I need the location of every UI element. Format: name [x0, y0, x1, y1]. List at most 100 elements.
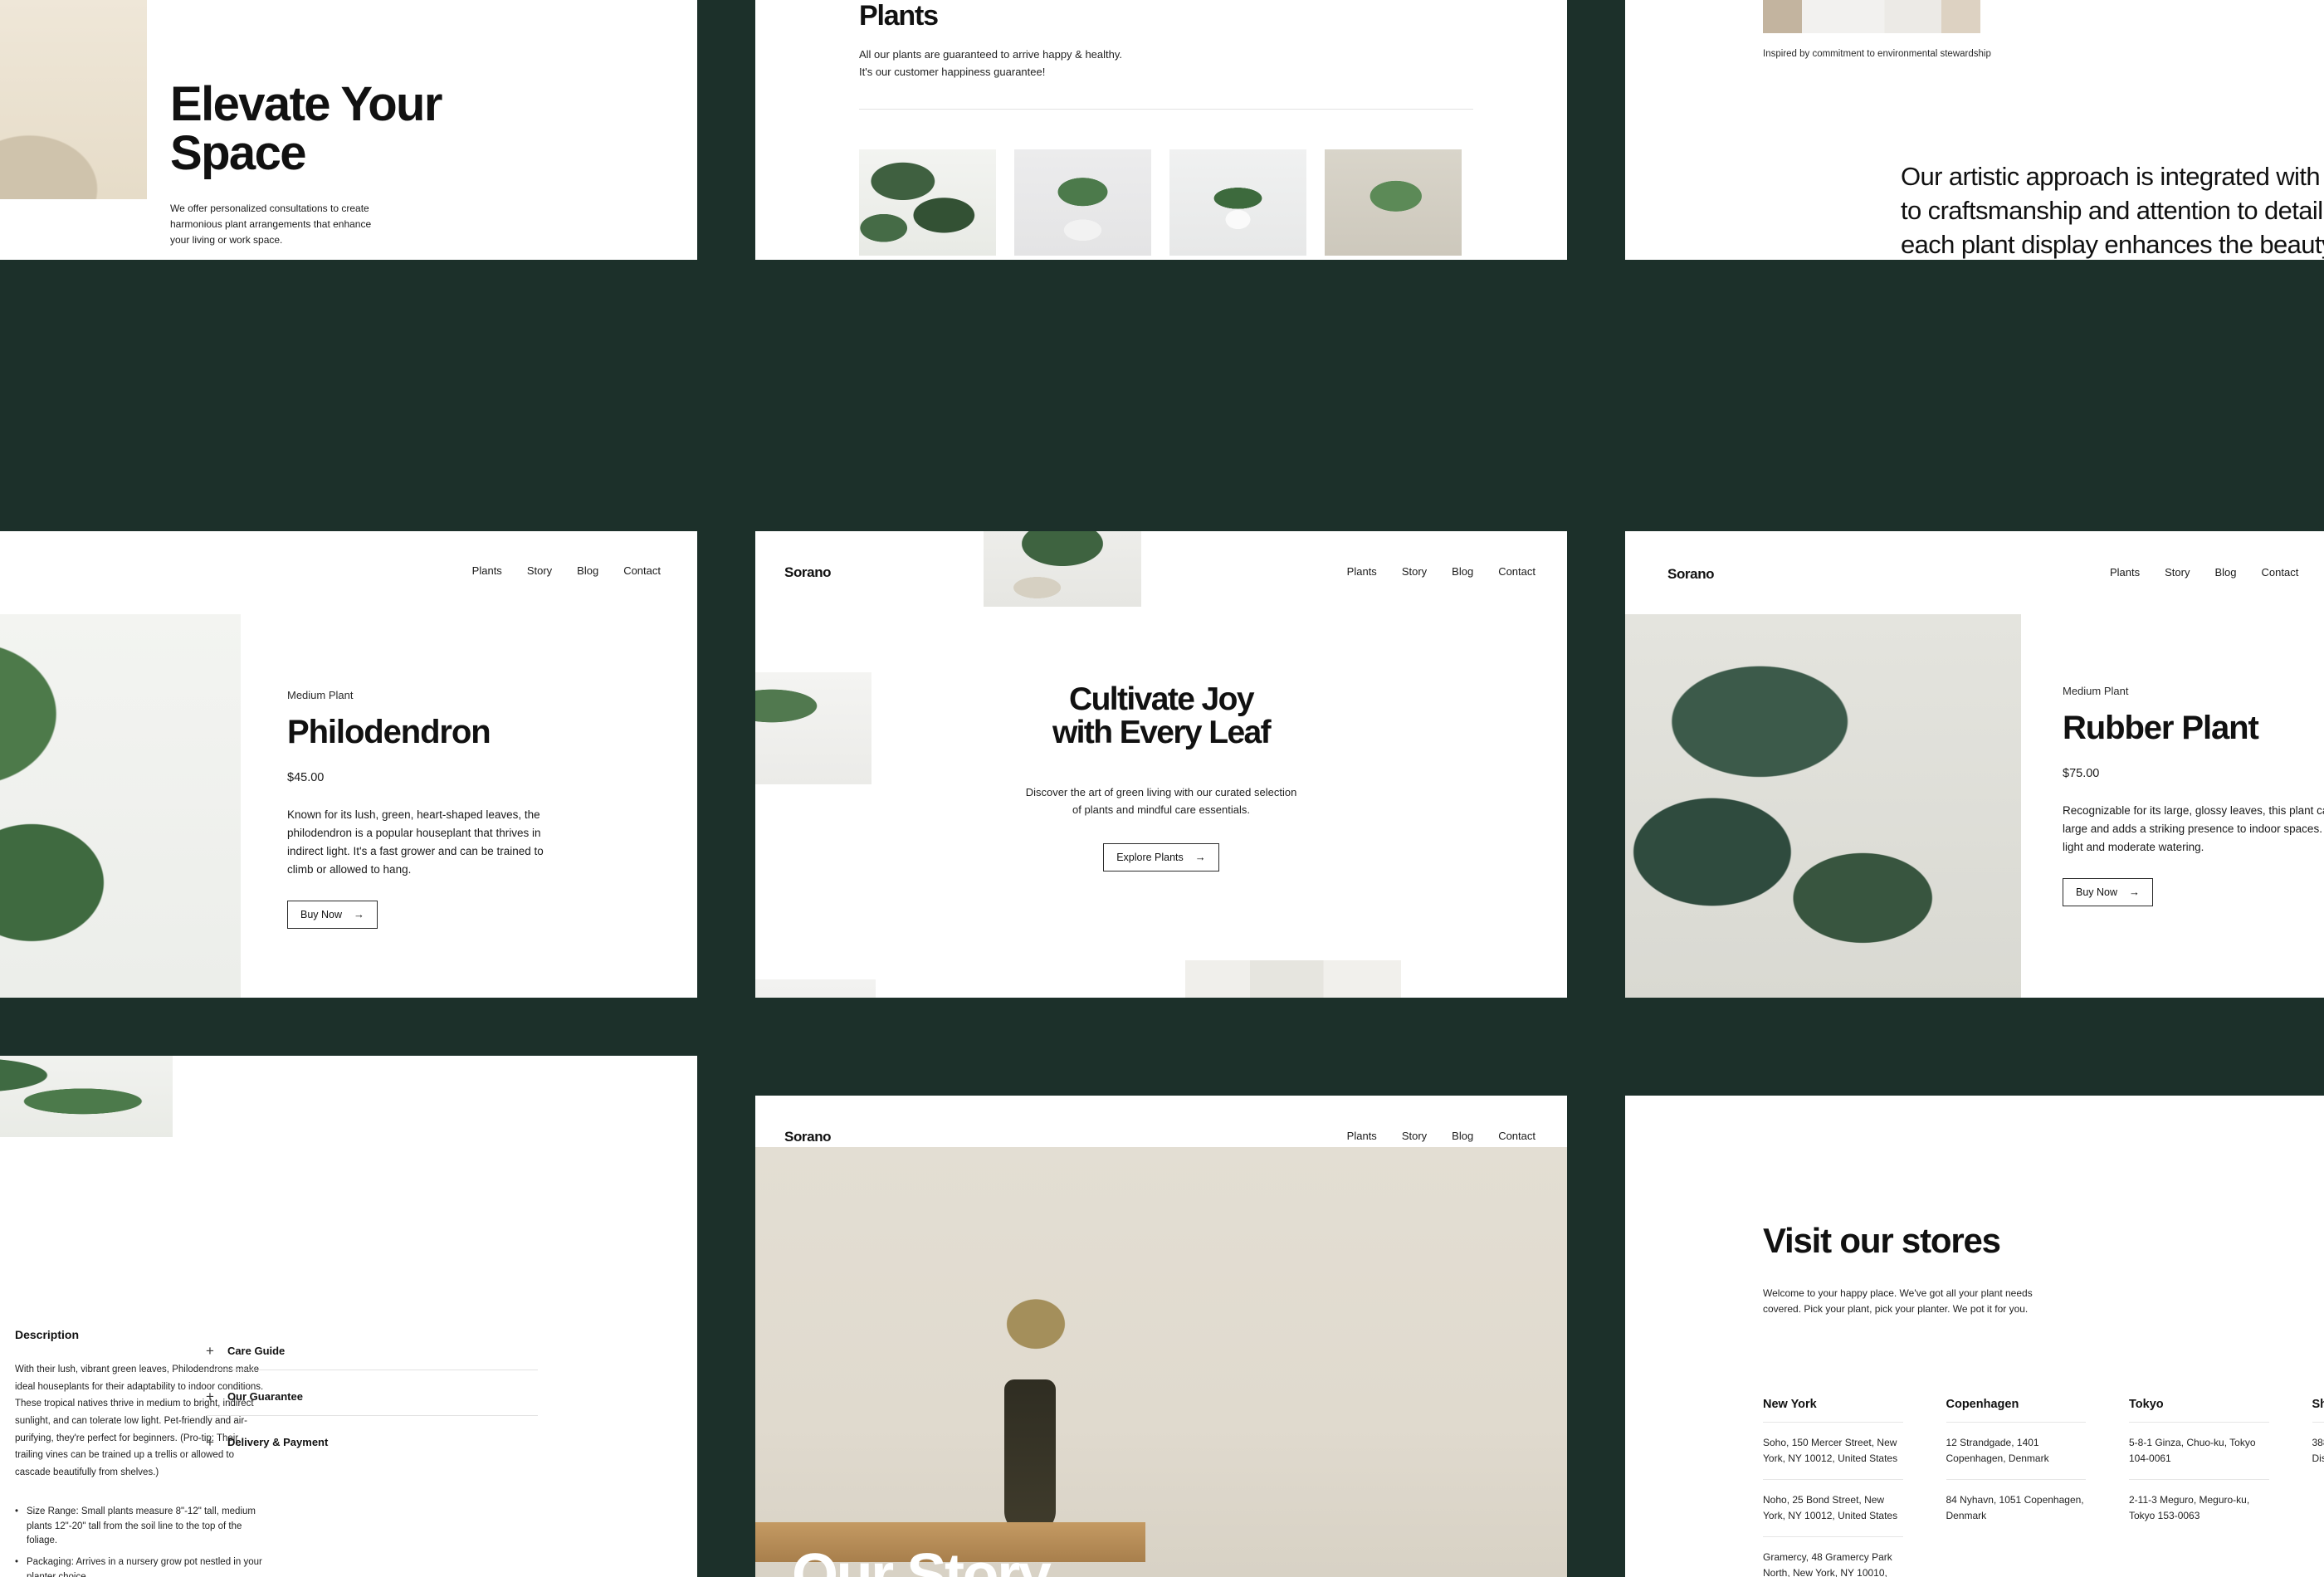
nav-item-blog[interactable]: Blog — [2214, 566, 2236, 579]
dining-room-photo — [0, 0, 147, 199]
nav-item-story[interactable]: Story — [527, 564, 552, 577]
arrow-right-icon: → — [1194, 851, 1206, 864]
product-card[interactable]: Medium Plant Philodendron $45.00 — [859, 149, 996, 260]
buy-now-label: Buy Now — [300, 908, 343, 920]
philodendron-title: Philodendron — [287, 714, 491, 750]
buy-now-label: Buy Now — [2076, 886, 2118, 898]
store-address: Noho, 25 Bond Street, New York, NY 10012… — [1763, 1493, 1898, 1522]
store-address: Gramercy, 48 Gramercy Park North, New Yo… — [1763, 1551, 1892, 1577]
rubber-plant-photo — [1625, 614, 2021, 998]
hero-title-line2: with Every Leaf — [1052, 714, 1272, 750]
accordion-delivery-payment[interactable]: + Delivery & Payment — [206, 1423, 538, 1461]
panel-philodendron-product: Plants Story Blog Contact Medium Plant P… — [0, 531, 697, 998]
primary-nav[interactable]: Plants Story Blog Contact — [472, 564, 661, 577]
rubber-title: Rubber Plant — [2063, 710, 2259, 746]
list-item: Size Range: Small plants measure 8"-12" … — [15, 1505, 264, 1549]
plus-icon: + — [206, 1343, 214, 1359]
hero-subtitle-line2: of plants and mindful care essentials. — [1072, 803, 1250, 816]
store-address: 388 Madang Road, Huangpu District, Shang… — [2312, 1436, 2324, 1464]
primary-nav[interactable]: Plants Story Blog Contact — [1347, 1130, 1536, 1142]
nav-item-contact[interactable]: Contact — [623, 564, 661, 577]
artistic-statement: Our artistic approach is integrated with… — [1901, 162, 2324, 259]
store-city: Copenhagen — [1946, 1397, 2019, 1411]
elevate-title: Elevate Your Space — [170, 77, 442, 181]
hero-photo-bottom — [1185, 960, 1401, 998]
nav-item-story[interactable]: Story — [2165, 566, 2190, 579]
nav-item-story[interactable]: Story — [1402, 565, 1427, 578]
product-card[interactable]: Small Plant Pilea Plant $55.00 — [1169, 149, 1306, 260]
arrow-right-icon: → — [354, 908, 365, 921]
brand-logo[interactable]: Sorano — [784, 564, 832, 581]
buy-now-button[interactable]: Buy Now → — [2063, 877, 2154, 906]
store-city: Shanghai — [2312, 1397, 2324, 1411]
buy-now-button[interactable]: Buy Now → — [287, 900, 378, 929]
description-bullet-list: Size Range: Small plants measure 8"-12" … — [15, 1505, 264, 1577]
nav-item-plants[interactable]: Plants — [1347, 565, 1377, 578]
hero-subtitle-line1: Discover the art of green living with ou… — [1025, 785, 1297, 798]
panel-rubber-plant-product: Sorano Plants Story Blog Contact Medium … — [1625, 531, 2324, 998]
store-address: 12 Strandgade, 1401 Copenhagen, Denmark — [1946, 1436, 2049, 1464]
product-card[interactable]: Small Plant Peace Lily $35.00 — [1325, 149, 1462, 260]
store-address: 2-11-3 Meguro, Meguro-ku, Tokyo 153-0063 — [2129, 1493, 2250, 1522]
panel-plants-collection: Plants All our plants are guaranteed to … — [755, 0, 1567, 260]
divider — [859, 109, 1473, 110]
primary-nav[interactable]: Plants Story Blog Contact — [1347, 565, 1536, 578]
plus-icon: + — [206, 1434, 214, 1450]
store-address: 5-8-1 Ginza, Chuo-ku, Tokyo 104-0061 — [2129, 1436, 2256, 1464]
accordion-our-guarantee[interactable]: + Our Guarantee — [206, 1378, 538, 1415]
philodendron-photo — [0, 614, 241, 998]
accordion-care-guide[interactable]: + Care Guide — [206, 1332, 538, 1370]
nav-item-plants[interactable]: Plants — [2110, 566, 2140, 579]
panel-artistic-approach: Inspired by commitment to environmental … — [1625, 0, 2324, 260]
story-hero-photo — [755, 1147, 1567, 1577]
product-photo — [1014, 149, 1151, 256]
arrow-right-icon: → — [2129, 886, 2141, 899]
nav-item-plants[interactable]: Plants — [472, 564, 502, 577]
store-city: Tokyo — [2129, 1397, 2164, 1411]
store-column-shanghai: Shanghai 388 Madang Road, Huangpu Distri… — [2312, 1398, 2324, 1577]
product-photo — [1325, 149, 1462, 256]
nav-item-blog[interactable]: Blog — [1452, 565, 1473, 578]
primary-nav[interactable]: Plants Story Blog Contact — [2110, 566, 2298, 579]
rubber-description: Recognizable for its large, glossy leave… — [2063, 804, 2324, 854]
philodendron-description: Known for its lush, green, heart-shaped … — [287, 808, 544, 876]
explore-plants-label: Explore Plants — [1116, 851, 1184, 863]
panel-product-description: Description With their lush, vibrant gre… — [0, 1056, 697, 1577]
panel-home-hero: Sorano Plants Story Blog Contact Cultiva… — [755, 531, 1567, 998]
our-story-title: Our Story — [792, 1542, 1052, 1577]
store-city: New York — [1763, 1397, 1817, 1411]
store-column-tokyo: Tokyo 5-8-1 Ginza, Chuo-ku, Tokyo 104-00… — [2129, 1398, 2269, 1577]
stores-subtitle-line2: covered. Pick your plant, pick your plan… — [1763, 1303, 2029, 1316]
brand-logo[interactable]: Sorano — [784, 1129, 832, 1145]
panel-our-story: Sorano Plants Story Blog Contact Our Sto… — [755, 1096, 1567, 1577]
dried-palm-shape — [961, 1255, 1111, 1388]
hero-photo-left-lower — [755, 979, 876, 998]
vase-shape — [1004, 1379, 1056, 1533]
nav-item-contact[interactable]: Contact — [1498, 1130, 1536, 1142]
elevate-body: We offer personalized consultations to c… — [170, 203, 372, 246]
panel-visit-our-stores: Visit our stores Welcome to your happy p… — [1625, 1096, 2324, 1577]
divider — [206, 1415, 538, 1416]
accordion-label: Care Guide — [227, 1345, 286, 1357]
marble-plinth-photo — [1763, 0, 1980, 33]
nav-item-blog[interactable]: Blog — [577, 564, 598, 577]
accordion-label: Delivery & Payment — [227, 1436, 329, 1448]
pothos-photo — [0, 1056, 173, 1137]
artistic-caption: Inspired by commitment to environmental … — [1763, 49, 1991, 59]
hero-title-line1: Cultivate Joy — [1069, 681, 1255, 717]
nav-item-blog[interactable]: Blog — [1452, 1130, 1473, 1142]
rubber-price: $75.00 — [2063, 767, 2100, 781]
explore-plants-button[interactable]: Explore Plants → — [1103, 842, 1219, 872]
product-card[interactable]: Small Plant Jade Plant $95.00 — [1014, 149, 1151, 260]
mockup-board: Elevate Your Space We offer personalized… — [0, 0, 2324, 1577]
nav-item-contact[interactable]: Contact — [2262, 566, 2299, 579]
panel-elevate-your-space: Elevate Your Space We offer personalized… — [0, 0, 697, 260]
store-address: 84 Nyhavn, 1051 Copenhagen, Denmark — [1946, 1493, 2084, 1522]
brand-logo[interactable]: Sorano — [1667, 566, 1715, 583]
store-column-copenhagen: Copenhagen 12 Strandgade, 1401 Copenhage… — [1946, 1397, 2086, 1577]
plus-icon: + — [206, 1389, 214, 1404]
nav-item-plants[interactable]: Plants — [1347, 1130, 1377, 1142]
nav-item-story[interactable]: Story — [1402, 1130, 1427, 1142]
nav-item-contact[interactable]: Contact — [1498, 565, 1536, 578]
product-photo — [859, 149, 996, 256]
